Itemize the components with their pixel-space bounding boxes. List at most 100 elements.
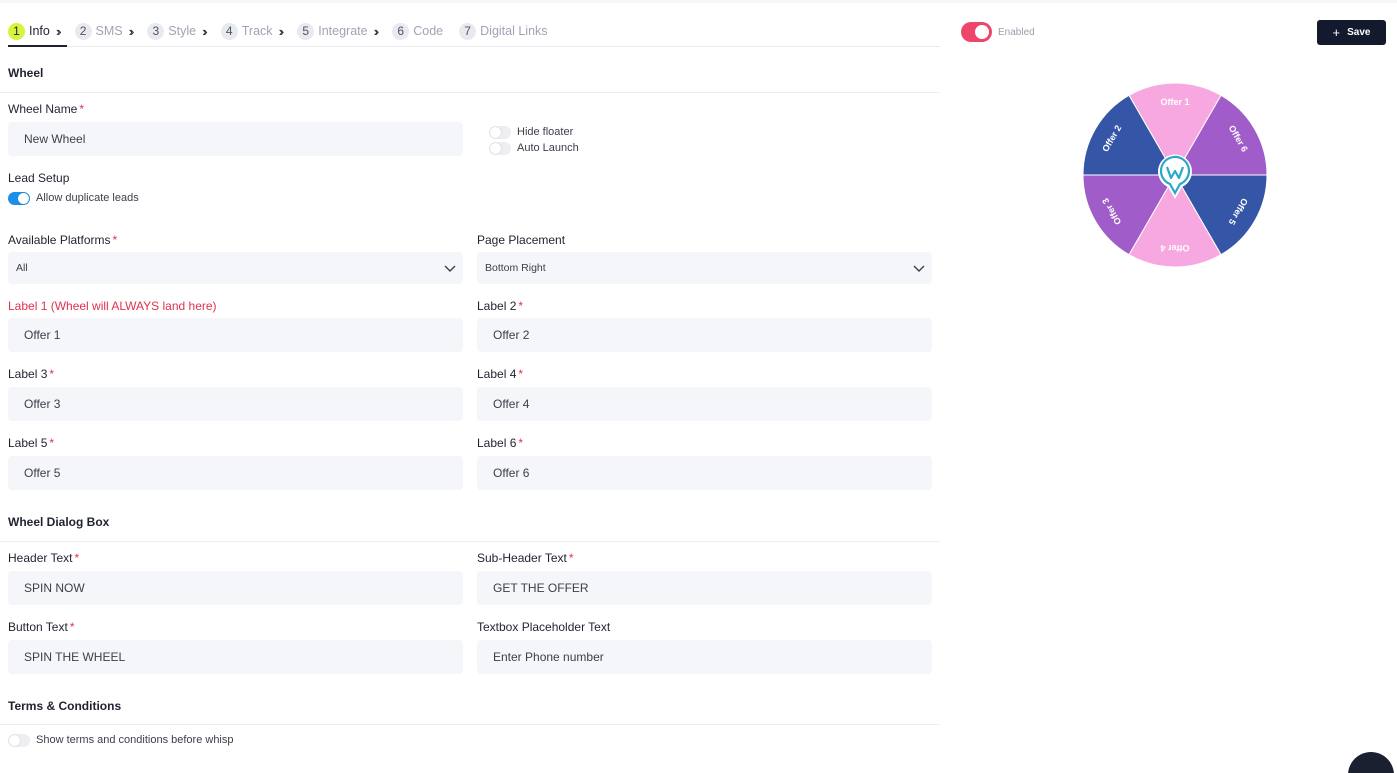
tab-number: 3 [147, 22, 165, 40]
button-text-input[interactable]: SPIN THE WHEEL [8, 640, 463, 674]
label-text: Label 3 [8, 367, 48, 381]
section-divider [0, 92, 940, 93]
tab-number: 6 [392, 22, 410, 40]
tab-number: 4 [220, 22, 238, 40]
required-mark: * [69, 620, 75, 634]
chevron-right-icon: ›› [128, 23, 134, 39]
hide-floater-toggle[interactable] [489, 126, 511, 139]
sub-header-text-input[interactable]: GET THE OFFER [477, 571, 932, 605]
tab-label: Integrate [318, 24, 368, 38]
toggle-knob [975, 25, 989, 39]
select-value: Bottom Right [485, 262, 546, 274]
label-5-label: Label 5 * [8, 436, 54, 450]
select-value: All [16, 262, 28, 274]
wheel-name-label: Wheel Name * [8, 102, 84, 116]
show-terms-label: Show terms and conditions before whisp [36, 734, 234, 746]
tab-label: Track [241, 24, 273, 38]
tab-label: Digital Links [480, 24, 548, 38]
chat-icon[interactable] [1348, 752, 1394, 773]
label-3-label: Label 3 * [8, 367, 54, 381]
label-2-label: Label 2 * [477, 299, 523, 313]
tab-integrate[interactable]: 5 Integrate ›› [297, 20, 379, 42]
label-4-input[interactable]: Offer 4 [477, 387, 932, 421]
header-text-input[interactable]: SPIN NOW [8, 571, 463, 605]
textbox-placeholder-label: Textbox Placeholder Text [477, 620, 611, 634]
toggle-knob [490, 143, 501, 154]
label-6-input[interactable]: Offer 6 [477, 456, 932, 490]
textbox-placeholder-input[interactable]: Enter Phone number [477, 640, 932, 674]
required-mark: * [49, 367, 55, 381]
top-border [0, 0, 1397, 3]
chevron-down-icon [913, 265, 925, 272]
sub-header-text-label: Sub-Header Text * [477, 551, 574, 565]
enabled-toggle[interactable] [961, 22, 992, 42]
wheel-name-input[interactable]: New Wheel [8, 122, 463, 156]
chevron-right-icon: ›› [55, 23, 61, 39]
tab-style[interactable]: 3 Style ›› [147, 20, 207, 42]
toggle-knob [18, 193, 29, 204]
section-divider [0, 724, 940, 725]
tab-info[interactable]: 1 Info ›› [8, 20, 67, 47]
label-text: Label 6 [477, 436, 517, 450]
tab-code[interactable]: 6 Code [392, 20, 443, 42]
header-text-label: Header Text * [8, 551, 79, 565]
enabled-label: Enabled [998, 27, 1035, 38]
available-platforms-label: Available Platforms * [8, 233, 117, 247]
tab-label: Style [168, 24, 197, 38]
page-placement-select[interactable]: Bottom Right [477, 252, 932, 284]
chevron-right-icon: ›› [373, 23, 379, 39]
label-1-input[interactable]: Offer 1 [8, 318, 463, 352]
tab-digital-links[interactable]: 7 Digital Links [459, 20, 548, 42]
button-text-label: Button Text * [8, 620, 75, 634]
toggle-knob [490, 127, 501, 138]
required-mark: * [79, 102, 85, 116]
required-mark: * [568, 551, 574, 565]
save-button[interactable]: + Save [1317, 20, 1386, 45]
tab-track[interactable]: 4 Track ›› [220, 20, 284, 42]
label-text: Label 4 [477, 367, 517, 381]
tab-label: SMS [95, 24, 123, 38]
label-text: Wheel Name [8, 102, 78, 116]
section-title-wheel-dialog-box: Wheel Dialog Box [8, 515, 110, 529]
label-text: Button Text [8, 620, 68, 634]
auto-launch-toggle[interactable] [489, 142, 511, 155]
section-title-terms: Terms & Conditions [8, 699, 122, 713]
label-text: Label 5 [8, 436, 48, 450]
required-mark: * [49, 436, 55, 450]
required-mark: * [518, 436, 524, 450]
required-mark: * [518, 299, 524, 313]
chevron-down-icon [444, 265, 456, 272]
allow-duplicate-leads-toggle[interactable] [8, 192, 30, 205]
toggle-knob [9, 735, 20, 746]
label-2-input[interactable]: Offer 2 [477, 318, 932, 352]
label-text: Header Text [8, 551, 73, 565]
hide-floater-label: Hide floater [517, 126, 574, 138]
tab-sms[interactable]: 2 SMS ›› [74, 20, 134, 42]
auto-launch-label: Auto Launch [517, 142, 579, 154]
chevron-right-icon: ›› [278, 23, 284, 39]
label-5-input[interactable]: Offer 5 [8, 456, 463, 490]
wheel-preview: Offer 1Offer 6Offer 5Offer 4Offer 3Offer… [1082, 82, 1268, 268]
lead-setup-label: Lead Setup [8, 171, 70, 185]
tab-label: Code [413, 24, 444, 38]
plus-icon: + [1332, 25, 1341, 40]
page-placement-label: Page Placement [477, 233, 566, 247]
label-text: Label 2 [477, 299, 517, 313]
label-4-label: Label 4 * [477, 367, 523, 381]
section-divider [0, 541, 940, 542]
tab-number: 1 [8, 22, 25, 40]
step-tabs: 1 Info ›› 2 SMS ›› 3 Style ›› 4 Track ››… [8, 20, 940, 47]
show-terms-toggle[interactable] [8, 734, 30, 747]
label-1-label: Label 1 (Wheel will ALWAYS land here) [8, 299, 217, 313]
available-platforms-select[interactable]: All [8, 252, 463, 284]
chevron-right-icon: ›› [202, 23, 207, 39]
tab-label: Info [29, 24, 50, 38]
wheel-slice-label: Offer 4 [1160, 243, 1189, 253]
label-3-input[interactable]: Offer 3 [8, 387, 463, 421]
required-mark: * [74, 551, 80, 565]
required-mark: * [518, 367, 524, 381]
allow-duplicate-leads-label: Allow duplicate leads [36, 192, 139, 204]
label-6-label: Label 6 * [477, 436, 523, 450]
section-title-wheel: Wheel [8, 66, 44, 80]
tab-number: 5 [297, 22, 315, 40]
